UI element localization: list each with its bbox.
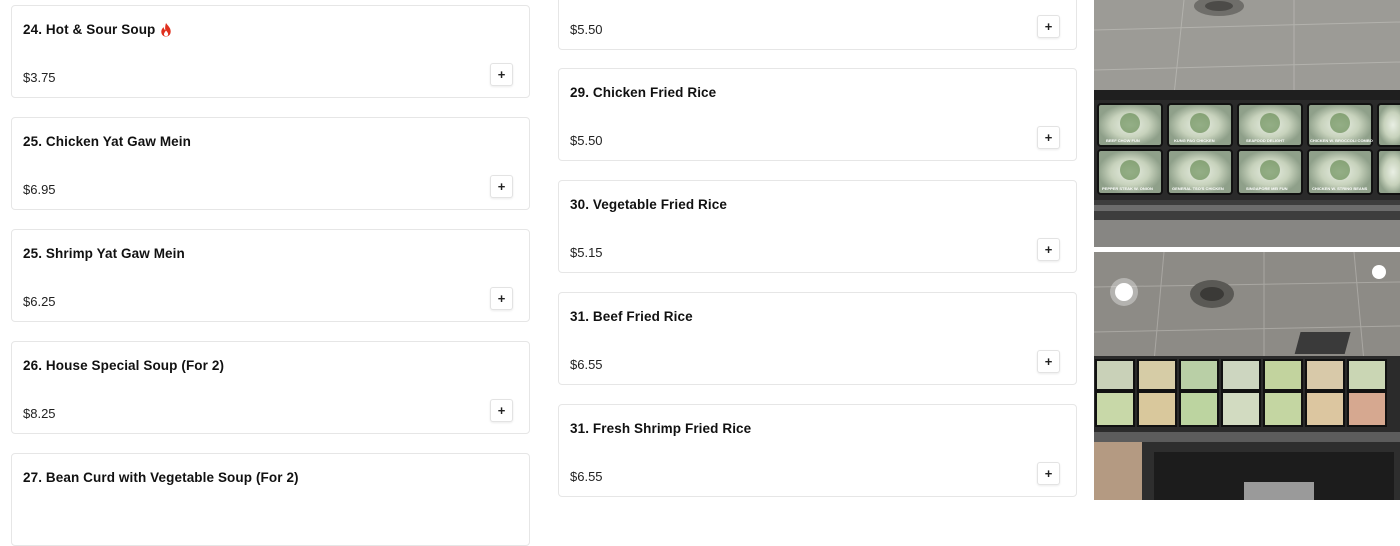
add-to-cart-button[interactable]: + (1037, 350, 1060, 373)
menu-item-title: 27. Bean Curd with Vegetable Soup (For 2… (23, 470, 299, 485)
menu-item-title: 29. Chicken Fried Rice (570, 85, 716, 100)
menu-item-name: 30. Vegetable Fried Rice (570, 197, 727, 212)
menu-item-name: 25. Chicken Yat Gaw Mein (23, 134, 191, 149)
menu-item-name: 31. Beef Fried Rice (570, 309, 693, 324)
menu-item-price: $6.55 (570, 469, 603, 484)
menu-item-price: $6.55 (570, 357, 603, 372)
menu-board-photo-image: BEEF CHOW FUN KUNG PAO CHICKEN SEAFOOD D… (1094, 0, 1400, 247)
menu-item-card[interactable]: 30. Vegetable Fried Rice $5.15 + (558, 180, 1077, 273)
menu-board-label: GENERAL TSO'S CHICKEN (1172, 186, 1224, 191)
menu-item-price: $5.50 (570, 22, 603, 37)
menu-item-name: 31. Fresh Shrimp Fried Rice (570, 421, 752, 436)
menu-board-label: PEPPER STEAK W. ONION (1102, 186, 1153, 191)
add-to-cart-button[interactable]: + (490, 175, 513, 198)
add-to-cart-button[interactable]: + (1037, 238, 1060, 261)
menu-item-title: 31. Fresh Shrimp Fried Rice (570, 421, 751, 436)
menu-item-price: $8.25 (23, 406, 56, 421)
menu-item-card[interactable]: $5.50 + (558, 0, 1077, 50)
menu-item-price: $3.75 (23, 70, 56, 85)
menu-item-name: 26. House Special Soup (For 2) (23, 358, 225, 373)
menu-board-label: BEEF CHOW FUN (1106, 138, 1140, 143)
add-to-cart-button[interactable]: + (1037, 126, 1060, 149)
menu-board-label: KUNG PAO CHICKEN (1174, 138, 1215, 143)
menu-board-label: CHICKEN W. STRING BEANS (1312, 186, 1368, 191)
menu-board-label: SEAFOOD DELIGHT (1246, 138, 1285, 143)
menu-item-card[interactable]: 25. Shrimp Yat Gaw Mein $6.25 + (11, 229, 530, 322)
menu-item-name: 25. Shrimp Yat Gaw Mein (23, 246, 185, 261)
menu-item-card[interactable]: 31. Fresh Shrimp Fried Rice $6.55 + (558, 404, 1077, 497)
menu-item-price: $6.25 (23, 294, 56, 309)
spicy-icon (161, 22, 172, 37)
menu-item-price: $5.15 (570, 245, 603, 260)
menu-item-card[interactable]: 25. Chicken Yat Gaw Mein $6.95 + (11, 117, 530, 210)
menu-item-title: 31. Beef Fried Rice (570, 309, 693, 324)
menu-board-photo-image (1094, 252, 1400, 500)
add-to-cart-button[interactable]: + (490, 399, 513, 422)
menu-item-title: 24. Hot & Sour Soup (23, 22, 173, 37)
menu-item-price: $6.95 (23, 182, 56, 197)
menu-item-price: $5.50 (570, 133, 603, 148)
menu-item-title: 30. Vegetable Fried Rice (570, 197, 727, 212)
restaurant-photo-top: BEEF CHOW FUN KUNG PAO CHICKEN SEAFOOD D… (1094, 0, 1400, 247)
menu-item-card[interactable]: 31. Beef Fried Rice $6.55 + (558, 292, 1077, 385)
menu-board-label: CHICKEN W. BROCCOLI COMBO (1310, 138, 1373, 143)
restaurant-photo-bottom (1094, 252, 1400, 500)
menu-item-name: 29. Chicken Fried Rice (570, 85, 717, 100)
menu-item-card[interactable]: 29. Chicken Fried Rice $5.50 + (558, 68, 1077, 161)
add-to-cart-button[interactable]: + (490, 63, 513, 86)
menu-board-label: SINGAPORE MEI FUN (1246, 186, 1288, 191)
menu-item-card[interactable]: 26. House Special Soup (For 2) $8.25 + (11, 341, 530, 434)
menu-item-card[interactable]: 24. Hot & Sour Soup $3.75 + (11, 5, 530, 98)
add-to-cart-button[interactable]: + (490, 287, 513, 310)
menu-item-title: 25. Shrimp Yat Gaw Mein (23, 246, 185, 261)
add-to-cart-button[interactable]: + (1037, 462, 1060, 485)
menu-item-name: 27. Bean Curd with Vegetable Soup (For 2… (23, 470, 299, 485)
menu-item-name: 24. Hot & Sour Soup (23, 22, 156, 37)
menu-item-title: 25. Chicken Yat Gaw Mein (23, 134, 191, 149)
menu-item-title: 26. House Special Soup (For 2) (23, 358, 224, 373)
add-to-cart-button[interactable]: + (1037, 15, 1060, 38)
